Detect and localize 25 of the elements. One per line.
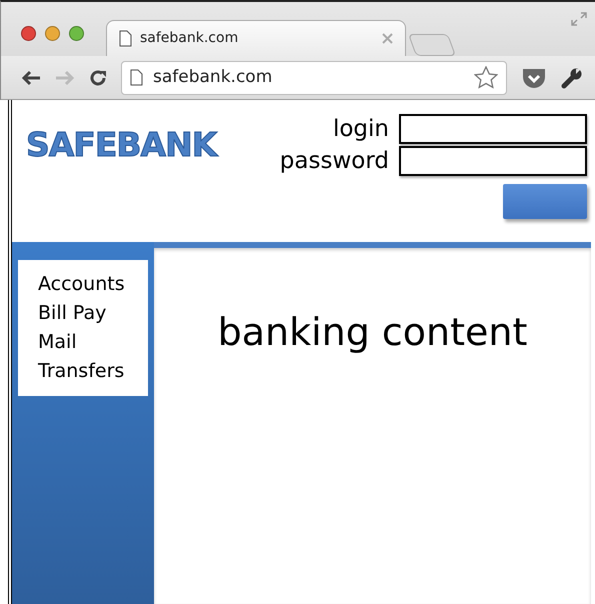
page-icon <box>119 30 132 47</box>
tab-title: safebank.com <box>140 29 240 48</box>
content-text: banking content <box>218 310 528 356</box>
url-text: safebank.com <box>153 66 274 89</box>
star-icon[interactable] <box>474 66 498 89</box>
field-label: password <box>280 146 389 176</box>
input-field[interactable] <box>399 146 587 176</box>
input-field[interactable] <box>399 114 587 144</box>
menu-item[interactable]: Mail <box>38 328 148 357</box>
address-bar[interactable]: safebank.com <box>121 60 507 94</box>
zoom-window-button[interactable] <box>69 26 84 40</box>
pocket-icon[interactable] <box>521 66 547 88</box>
logo: SAFEBANK <box>26 124 216 166</box>
fullscreen-icon[interactable] <box>571 12 587 26</box>
menu-item[interactable]: Bill Pay <box>38 299 148 328</box>
menu-item[interactable]: Accounts <box>38 270 148 299</box>
close-window-button[interactable] <box>21 26 36 40</box>
page-icon <box>130 69 143 86</box>
minimize-window-button[interactable] <box>45 26 60 40</box>
back-icon[interactable] <box>21 70 41 86</box>
field-label: login <box>332 114 389 144</box>
browser-tab[interactable]: safebank.com <box>106 20 406 56</box>
reload-icon[interactable] <box>89 68 107 86</box>
wrench-icon[interactable] <box>561 66 583 88</box>
menu-item[interactable]: Transfers <box>38 357 148 386</box>
